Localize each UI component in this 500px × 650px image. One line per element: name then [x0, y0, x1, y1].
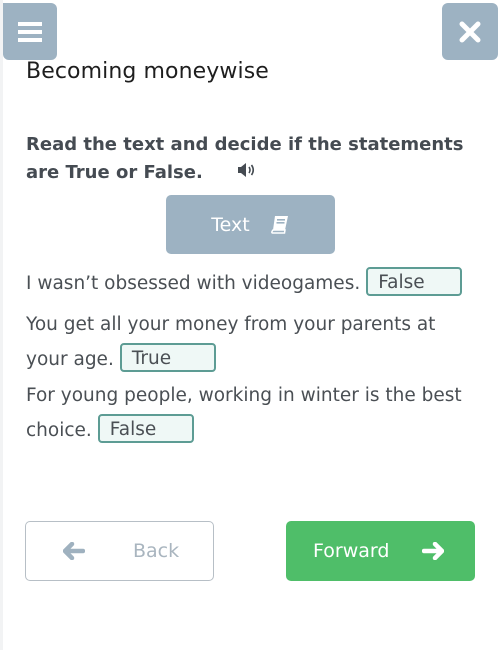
answer-field[interactable]: False [97, 413, 194, 443]
answer-field[interactable]: True [119, 342, 216, 372]
book-icon [270, 215, 288, 234]
page-title: Becoming moneywise [26, 59, 269, 84]
statement-text: For young people, working in winter is t… [26, 385, 462, 441]
hamburger-menu-icon [18, 21, 42, 42]
statement-3: For young people, working in winter is t… [26, 378, 476, 448]
text-button[interactable]: Text [166, 195, 335, 254]
back-button-label: Back [133, 540, 180, 562]
arrow-left-icon [63, 542, 85, 560]
text-button-label: Text [211, 213, 250, 236]
forward-button[interactable]: Forward [286, 521, 475, 581]
statement-text: You get all your money from your parents… [26, 314, 436, 370]
speaker-volume-icon [238, 163, 255, 177]
back-button[interactable]: Back [25, 521, 214, 581]
menu-button[interactable] [3, 3, 57, 60]
statement-1: I wasn’t obsessed with videogames. False [26, 266, 476, 301]
arrow-right-icon [422, 542, 445, 560]
forward-button-label: Forward [313, 540, 390, 562]
instruction-text: Read the text and decide if the statemen… [26, 131, 476, 187]
close-x-icon [459, 21, 481, 42]
statement-2: You get all your money from your parents… [26, 307, 476, 377]
close-button[interactable] [442, 3, 498, 60]
answer-field[interactable]: False [366, 266, 463, 296]
statement-text: I wasn’t obsessed with videogames. [26, 273, 361, 294]
audio-button[interactable] [237, 159, 257, 187]
left-edge [0, 0, 3, 650]
